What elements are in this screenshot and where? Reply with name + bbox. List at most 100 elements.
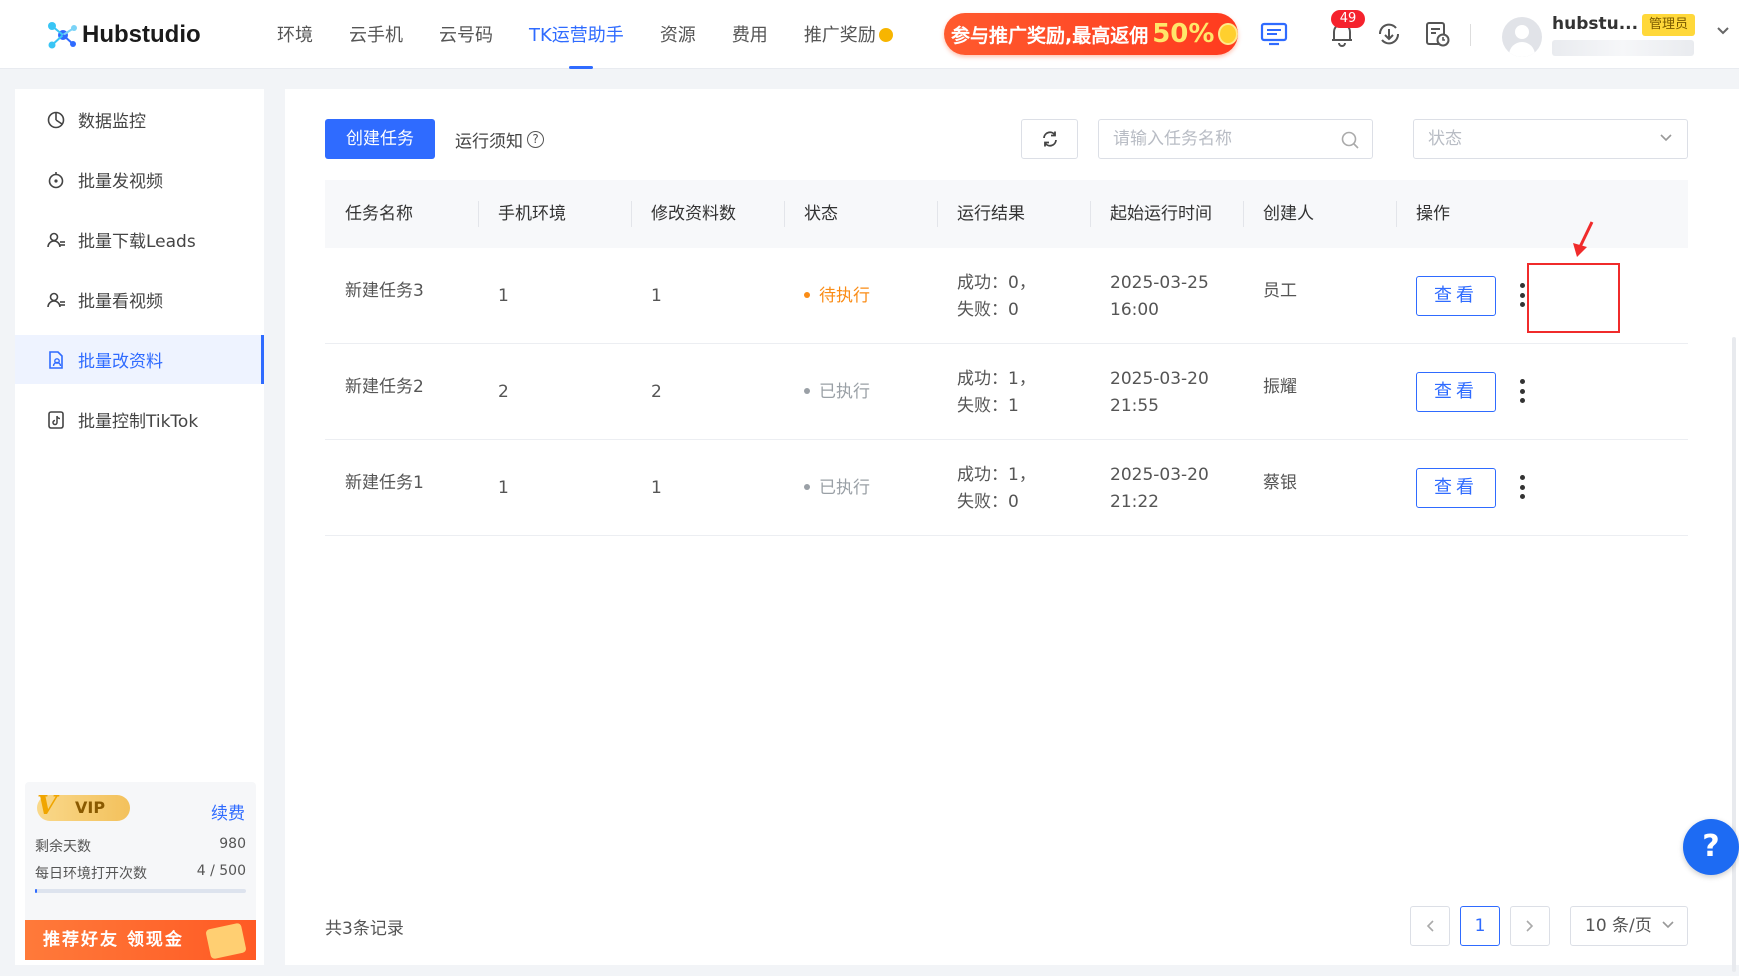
page-size-select[interactable]: 10 条/页 (1570, 906, 1688, 946)
task-search (1098, 119, 1373, 159)
view-button[interactable]: 查看 (1416, 468, 1496, 508)
table-scrollbar[interactable] (1732, 337, 1736, 972)
column-header-status: 状态 (784, 180, 937, 248)
task-name: 新建任务1 (345, 473, 424, 493)
status-select[interactable]: 状态 (1413, 119, 1688, 159)
nav-item-environment[interactable]: 环境 (277, 0, 313, 69)
page-size-value: 10 条/页 (1585, 916, 1652, 936)
next-page-button[interactable] (1510, 906, 1550, 946)
chevron-left-icon (1426, 920, 1434, 932)
nav-item-billing[interactable]: 费用 (732, 0, 768, 69)
sidebar-item-label: 批量改资料 (78, 352, 163, 372)
start-time: 21:55 (1110, 396, 1159, 416)
vip-crown-icon: V (37, 791, 58, 821)
logo-text: Hubstudio (82, 21, 201, 48)
avatar[interactable] (1502, 17, 1542, 57)
sidebar-item-batch-download-leads[interactable]: 批量下载Leads (15, 215, 264, 264)
role-badge: 管理员 (1642, 14, 1696, 36)
sidebar-item-batch-watch-video[interactable]: 批量看视频 (15, 275, 264, 324)
start-time: 21:22 (1110, 492, 1159, 512)
nav-item-resources[interactable]: 资源 (660, 0, 696, 69)
coin-icon (1218, 23, 1238, 45)
sidebar-item-batch-edit-profile[interactable]: 批量改资料 (15, 335, 264, 384)
task-history-icon[interactable] (1422, 19, 1452, 49)
phone-env: 1 (498, 478, 509, 498)
refer-friend-banner[interactable]: 推荐好友 领现金 (25, 920, 256, 960)
edit-profile-icon (49, 350, 63, 369)
main-nav: 环境 云手机 云号码 TK运营助手 资源 费用 推广奖励 (277, 0, 929, 69)
creator: 员工 (1263, 281, 1297, 301)
hubstudio-logo-icon (48, 22, 77, 49)
view-button[interactable]: 查看 (1416, 372, 1496, 412)
status-cell: 已执行 (784, 344, 937, 440)
help-button[interactable]: ? (1683, 819, 1739, 875)
sidebar-item-data-monitor[interactable]: 数据监控 (15, 95, 264, 144)
more-vertical-icon[interactable] (1518, 280, 1526, 310)
column-header-creator: 创建人 (1243, 180, 1396, 248)
promo-highlight: 50% (1152, 19, 1215, 49)
red-arrow-icon (1573, 221, 1594, 257)
users-icon (47, 292, 65, 307)
table-row: 新建任务2 2 2 已执行 成功：1， 失败：1 2025-03-20 21:55 … (325, 344, 1688, 440)
nav-item-tk-assistant[interactable]: TK运营助手 (529, 0, 624, 69)
opens-progress-fill (35, 889, 38, 893)
prev-page-button[interactable] (1410, 906, 1450, 946)
status-text: 已执行 (819, 478, 870, 498)
search-input[interactable] (1099, 120, 1319, 158)
promo-banner[interactable]: 参与推广奖励,最高返佣 50% (944, 13, 1238, 55)
nav-item-referral[interactable]: 推广奖励 (804, 0, 893, 69)
status-cell: 已执行 (784, 440, 937, 536)
upload-video-icon (48, 171, 64, 188)
status-dot (804, 483, 810, 490)
chart-icon (47, 111, 65, 128)
view-button[interactable]: 查看 (1416, 276, 1496, 316)
table-row: 新建任务1 1 1 已执行 成功：1， 失败：0 2025-03-20 21:22 … (325, 440, 1688, 536)
opens-progress-bar (35, 889, 246, 893)
more-vertical-icon[interactable] (1518, 472, 1526, 502)
app-logo[interactable]: Hubstudio (44, 18, 201, 52)
nav-item-cloud-phone[interactable]: 云手机 (349, 0, 403, 69)
edit-count: 1 (651, 286, 662, 306)
status-cell: 待执行 (784, 248, 937, 344)
creator: 振耀 (1263, 377, 1297, 397)
sidebar-item-label: 批量下载Leads (78, 232, 196, 252)
users-icon (47, 232, 65, 247)
status-dot (804, 387, 810, 394)
search-icon[interactable] (1340, 130, 1360, 150)
username[interactable]: hubstu... (1552, 14, 1638, 34)
start-time: 16:00 (1110, 300, 1159, 320)
result-cell: 成功：0， 失败：0 (937, 248, 1090, 344)
more-vertical-icon[interactable] (1518, 376, 1526, 406)
renew-link[interactable]: 续费 (211, 799, 245, 824)
vip-opens-row: 每日环境打开次数 4 / 500 (35, 863, 246, 883)
sidebar-item-batch-post-video[interactable]: 批量发视频 (15, 155, 264, 204)
refresh-icon (1042, 131, 1057, 147)
start-date: 2025-03-20 (1110, 369, 1209, 389)
question-circle-icon: ? (527, 131, 544, 148)
vip-panel: VIP V 续费 剩余天数 980 每日环境打开次数 4 / 500 推荐好友 … (25, 782, 256, 960)
sidebar-item-batch-control-tiktok[interactable]: 批量控制TikTok (15, 395, 264, 444)
chevron-down-icon[interactable] (1716, 26, 1730, 36)
status-text: 待执行 (819, 286, 870, 306)
top-bar: Hubstudio 环境 云手机 云号码 TK运营助手 资源 费用 推广奖励 参… (0, 0, 1739, 69)
phone-env: 2 (498, 382, 509, 402)
run-notes-link[interactable]: 运行须知 ? (455, 127, 544, 152)
edit-count: 1 (651, 478, 662, 498)
screen-share-icon[interactable] (1259, 19, 1289, 49)
sidebar-item-label: 批量控制TikTok (78, 412, 199, 432)
nav-item-cloud-number[interactable]: 云号码 (439, 0, 493, 69)
header-divider (1470, 24, 1471, 46)
chevron-right-icon (1526, 920, 1534, 932)
promo-text: 参与推广奖励,最高返佣 (951, 24, 1149, 47)
create-task-button[interactable]: 创建任务 (325, 119, 435, 159)
actions-cell: 查看 (1396, 344, 1688, 440)
task-name: 新建任务2 (345, 377, 424, 397)
start-time-cell: 2025-03-20 21:55 (1090, 344, 1243, 440)
result-success: 成功：1， (957, 465, 1036, 485)
run-notes-label: 运行须知 (455, 132, 523, 152)
refer-text: 推荐好友 领现金 (43, 930, 184, 950)
sync-download-icon[interactable] (1374, 19, 1404, 49)
opens-label: 每日环境打开次数 (35, 866, 147, 882)
page-number-current[interactable]: 1 (1460, 906, 1500, 946)
refresh-button[interactable] (1021, 119, 1078, 159)
